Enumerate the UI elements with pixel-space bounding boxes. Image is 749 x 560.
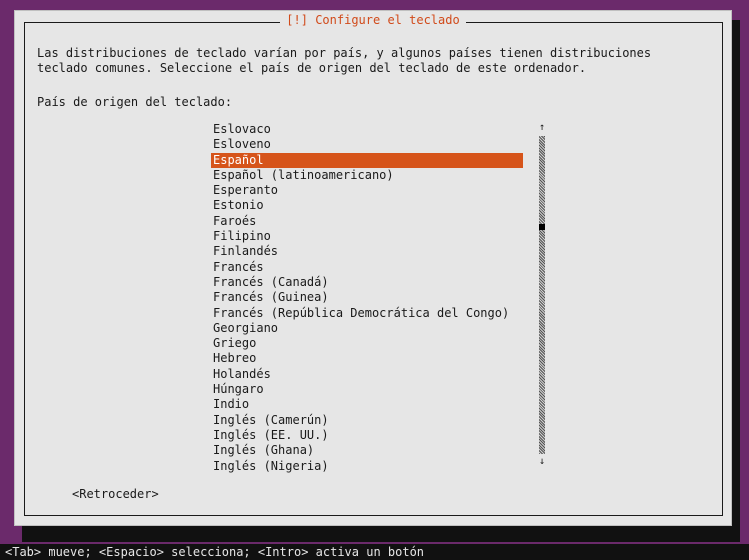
list-item[interactable]: Francés	[211, 260, 523, 275]
list-item[interactable]: Griego	[211, 336, 523, 351]
list-item[interactable]: Inglés (EE. UU.)	[211, 428, 523, 443]
scroll-thumb[interactable]	[539, 224, 545, 230]
list-scrollbar[interactable]: ↑ ↓	[538, 122, 546, 468]
list-item[interactable]: Francés (República Democrática del Congo…	[211, 306, 523, 321]
back-button[interactable]: <Retroceder>	[72, 487, 159, 502]
list-item[interactable]: Inglés (Camerún)	[211, 413, 523, 428]
list-item[interactable]: Finlandés	[211, 244, 523, 259]
list-item[interactable]: Hebreo	[211, 351, 523, 366]
list-item[interactable]: Faroés	[211, 214, 523, 229]
list-item[interactable]: Estonio	[211, 198, 523, 213]
list-item[interactable]: Inglés (Ghana)	[211, 443, 523, 458]
list-item[interactable]: Francés (Canadá)	[211, 275, 523, 290]
list-item[interactable]: Esperanto	[211, 183, 523, 198]
scroll-track[interactable]	[539, 136, 545, 454]
status-help-text: <Tab> mueve; <Espacio> selecciona; <Intr…	[5, 545, 425, 559]
list-item[interactable]: Eslovaco	[211, 122, 523, 137]
description-line-2: teclado comunes. Seleccione el país de o…	[37, 61, 587, 75]
status-bar: <Tab> mueve; <Espacio> selecciona; <Intr…	[0, 544, 749, 560]
dialog-title-bar: [!] Configure el teclado	[15, 13, 731, 27]
list-item[interactable]: Español (latinoamericano)	[211, 168, 523, 183]
scroll-down-arrow-icon[interactable]: ↓	[538, 456, 546, 468]
list-item[interactable]: Francés (Guinea)	[211, 290, 523, 305]
list-item[interactable]: Español	[211, 152, 523, 168]
keyboard-country-list[interactable]: Eslovaco Esloveno Español Español (latinoam…	[211, 122, 523, 474]
list-item[interactable]: Indio	[211, 397, 523, 412]
list-item[interactable]: Inglés (Nigeria)	[211, 459, 523, 474]
list-item[interactable]: Holandés	[211, 367, 523, 382]
description-line-1: Las distribuciones de teclado varían por…	[37, 46, 652, 60]
country-prompt: País de origen del teclado:	[37, 95, 233, 109]
list-item[interactable]: Húngaro	[211, 382, 523, 397]
dialog-title: [!] Configure el teclado	[280, 13, 466, 27]
scroll-up-arrow-icon[interactable]: ↑	[538, 122, 546, 134]
list-item[interactable]: Georgiano	[211, 321, 523, 336]
list-item[interactable]: Filipino	[211, 229, 523, 244]
keyboard-config-dialog: [!] Configure el teclado Las distribucio…	[14, 10, 732, 526]
installer-screen: [!] Configure el teclado Las distribucio…	[0, 0, 749, 560]
list-item[interactable]: Esloveno	[211, 137, 523, 152]
